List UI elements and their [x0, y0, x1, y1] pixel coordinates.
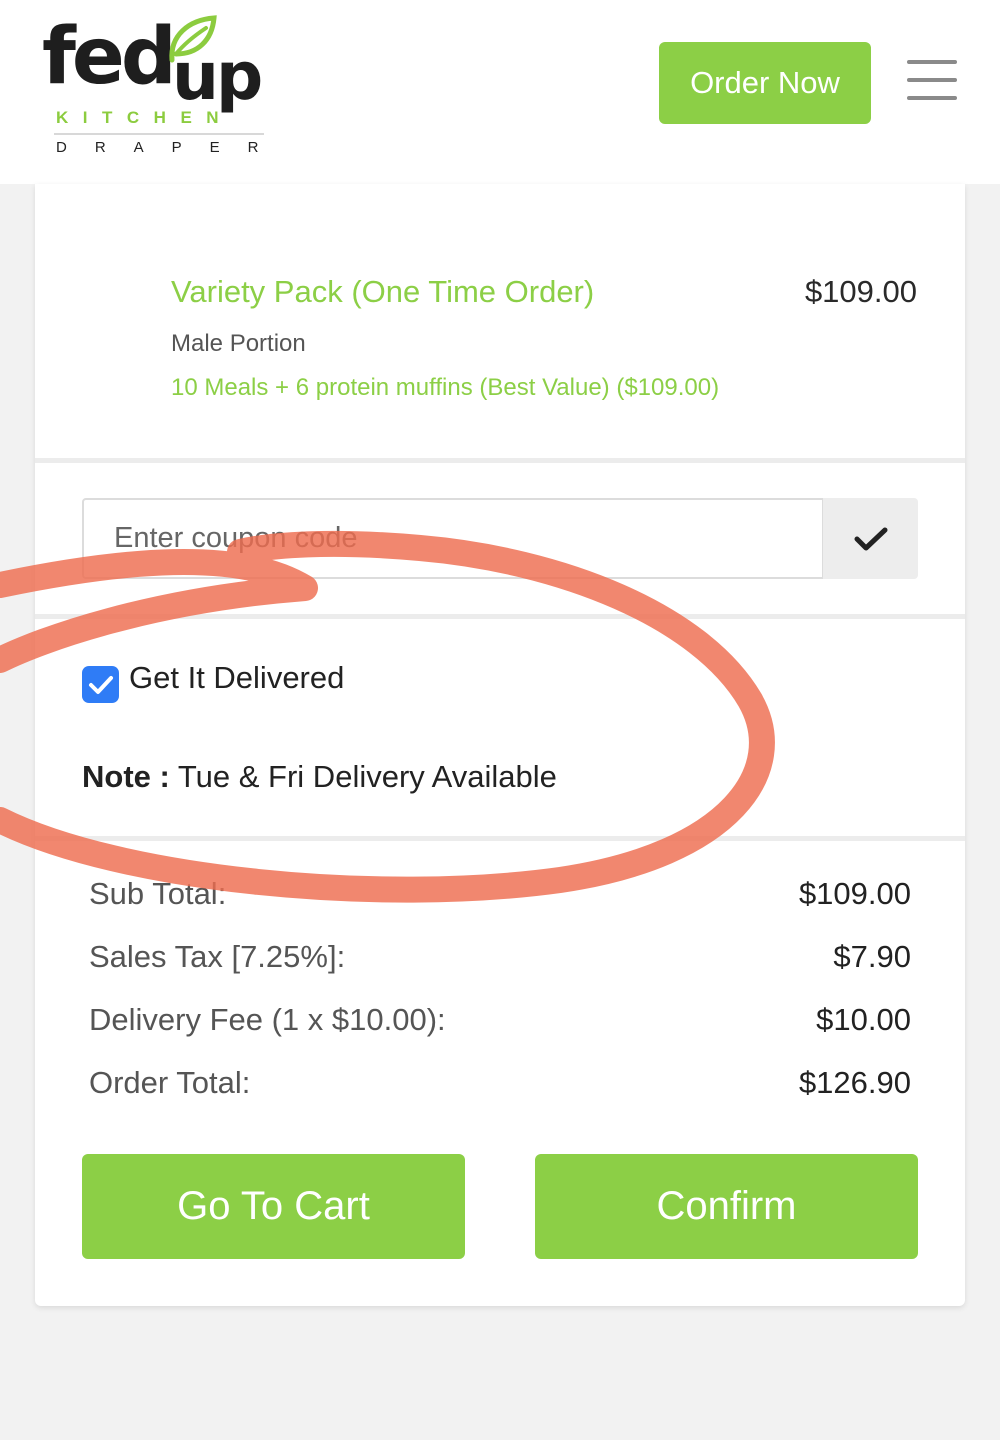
section-divider [35, 836, 965, 841]
summary-row-sales-tax: Sales Tax [7.25%]: $7.90 [89, 939, 911, 975]
item-name[interactable]: Variety Pack (One Time Order) [171, 274, 594, 310]
summary-label: Sub Total: [89, 876, 227, 911]
site-header: fed up KITCHEN DRAPER Order Now [0, 0, 1000, 184]
logo-word-up: up [172, 38, 263, 115]
get-it-delivered-checkbox[interactable] [82, 666, 119, 703]
summary-value: $7.90 [833, 939, 911, 974]
summary-value: $109.00 [798, 876, 911, 911]
apply-coupon-button[interactable] [823, 498, 918, 579]
go-to-cart-button[interactable]: Go To Cart [82, 1154, 465, 1259]
summary-row-delivery-fee: Delivery Fee (1 x $10.00): $10.00 [89, 1002, 911, 1038]
fed-up-kitchen-logo[interactable]: fed up KITCHEN DRAPER [42, 14, 272, 164]
item-price: $109.00 [804, 274, 917, 309]
hamburger-menu-icon[interactable] [907, 60, 957, 100]
summary-row-order-total: Order Total: $126.90 [89, 1065, 911, 1101]
confirm-button[interactable]: Confirm [535, 1154, 918, 1259]
section-divider [35, 614, 965, 619]
delivery-note: Note : Tue & Fri Delivery Available [82, 759, 557, 795]
summary-label: Delivery Fee (1 x $10.00): [89, 1002, 446, 1037]
logo-word-draper: DRAPER [56, 139, 287, 156]
logo-divider [54, 133, 264, 135]
logo-word-fed: fed [42, 12, 177, 102]
note-text: Tue & Fri Delivery Available [169, 759, 557, 794]
coupon-code-input[interactable] [82, 498, 824, 579]
checkbox-checkmark-icon [88, 675, 113, 694]
note-label: Note : [82, 759, 170, 794]
get-it-delivered-label[interactable]: Get It Delivered [129, 660, 344, 696]
order-now-button[interactable]: Order Now [659, 42, 871, 124]
summary-value: $10.00 [816, 1002, 911, 1037]
summary-label: Order Total: [89, 1065, 251, 1100]
item-portion: Male Portion [171, 330, 306, 357]
checkmark-icon [854, 527, 887, 550]
item-option: 10 Meals + 6 protein muffins (Best Value… [171, 374, 720, 401]
summary-value: $126.90 [798, 1065, 911, 1100]
summary-label: Sales Tax [7.25%]: [89, 939, 346, 974]
section-divider [35, 458, 965, 463]
logo-word-kitchen: KITCHEN [56, 108, 234, 127]
checkout-card: Variety Pack (One Time Order) $109.00 Ma… [35, 184, 965, 1306]
summary-row-subtotal: Sub Total: $109.00 [89, 876, 911, 912]
